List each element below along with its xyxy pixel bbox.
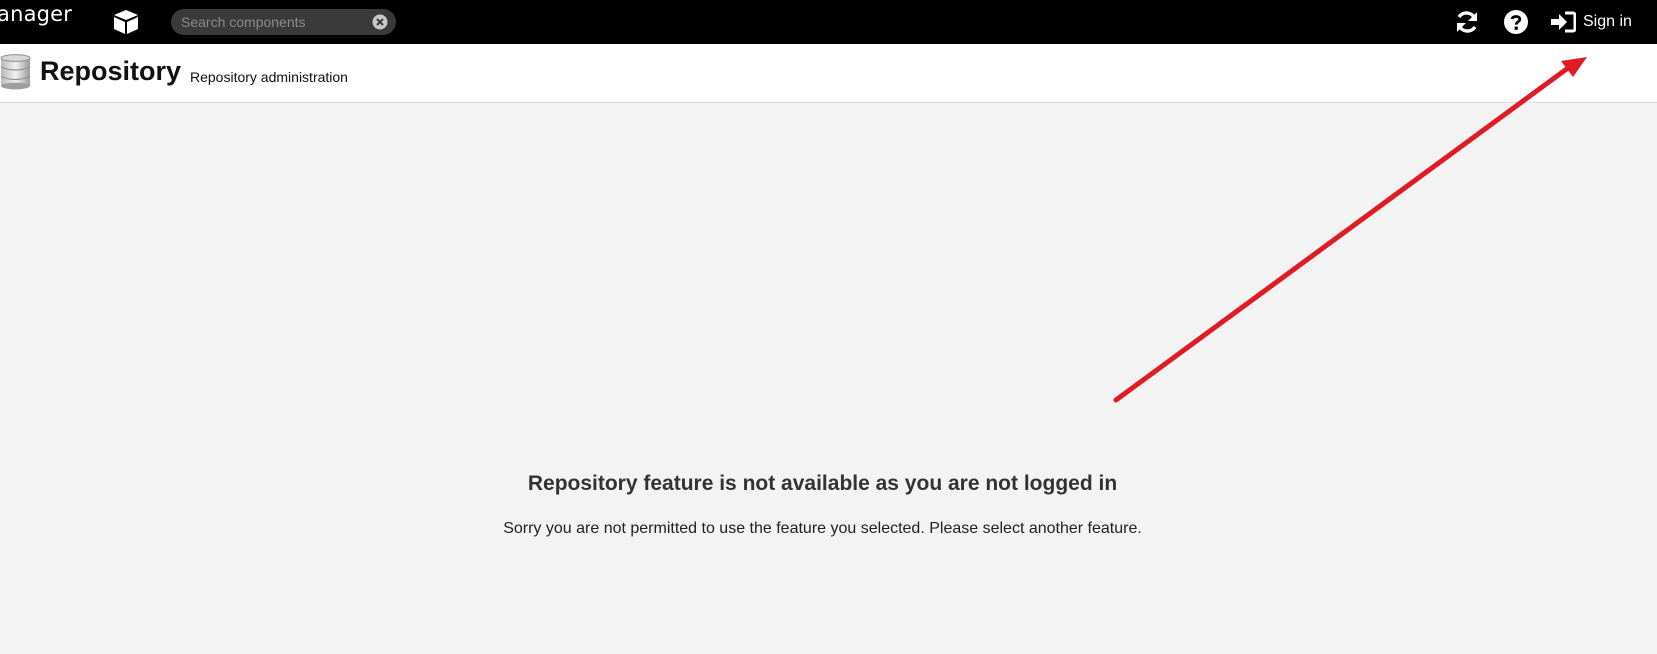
clear-search-icon[interactable] [372,14,388,30]
not-logged-in-message: Repository feature is not available as y… [0,470,1645,540]
database-icon [0,54,31,90]
refresh-icon[interactable] [1453,8,1481,36]
sign-in-button[interactable]: Sign in [1551,6,1632,38]
top-navigation-bar: anager Search components Sign in [0,0,1657,44]
search-input[interactable] [181,9,361,35]
sign-in-icon [1551,11,1576,33]
message-heading: Repository feature is not available as y… [527,472,1118,495]
app-name[interactable]: anager [0,2,72,26]
cube-icon[interactable] [111,8,141,36]
page-title: Repository [40,56,182,86]
page-subtitle: Repository administration [190,69,348,85]
page-header: Repository Repository administration [0,44,1657,103]
message-body: Sorry you are not permitted to use the f… [503,520,1142,537]
sign-in-label: Sign in [1583,13,1632,30]
search-box [171,9,396,35]
help-icon[interactable] [1503,9,1529,35]
